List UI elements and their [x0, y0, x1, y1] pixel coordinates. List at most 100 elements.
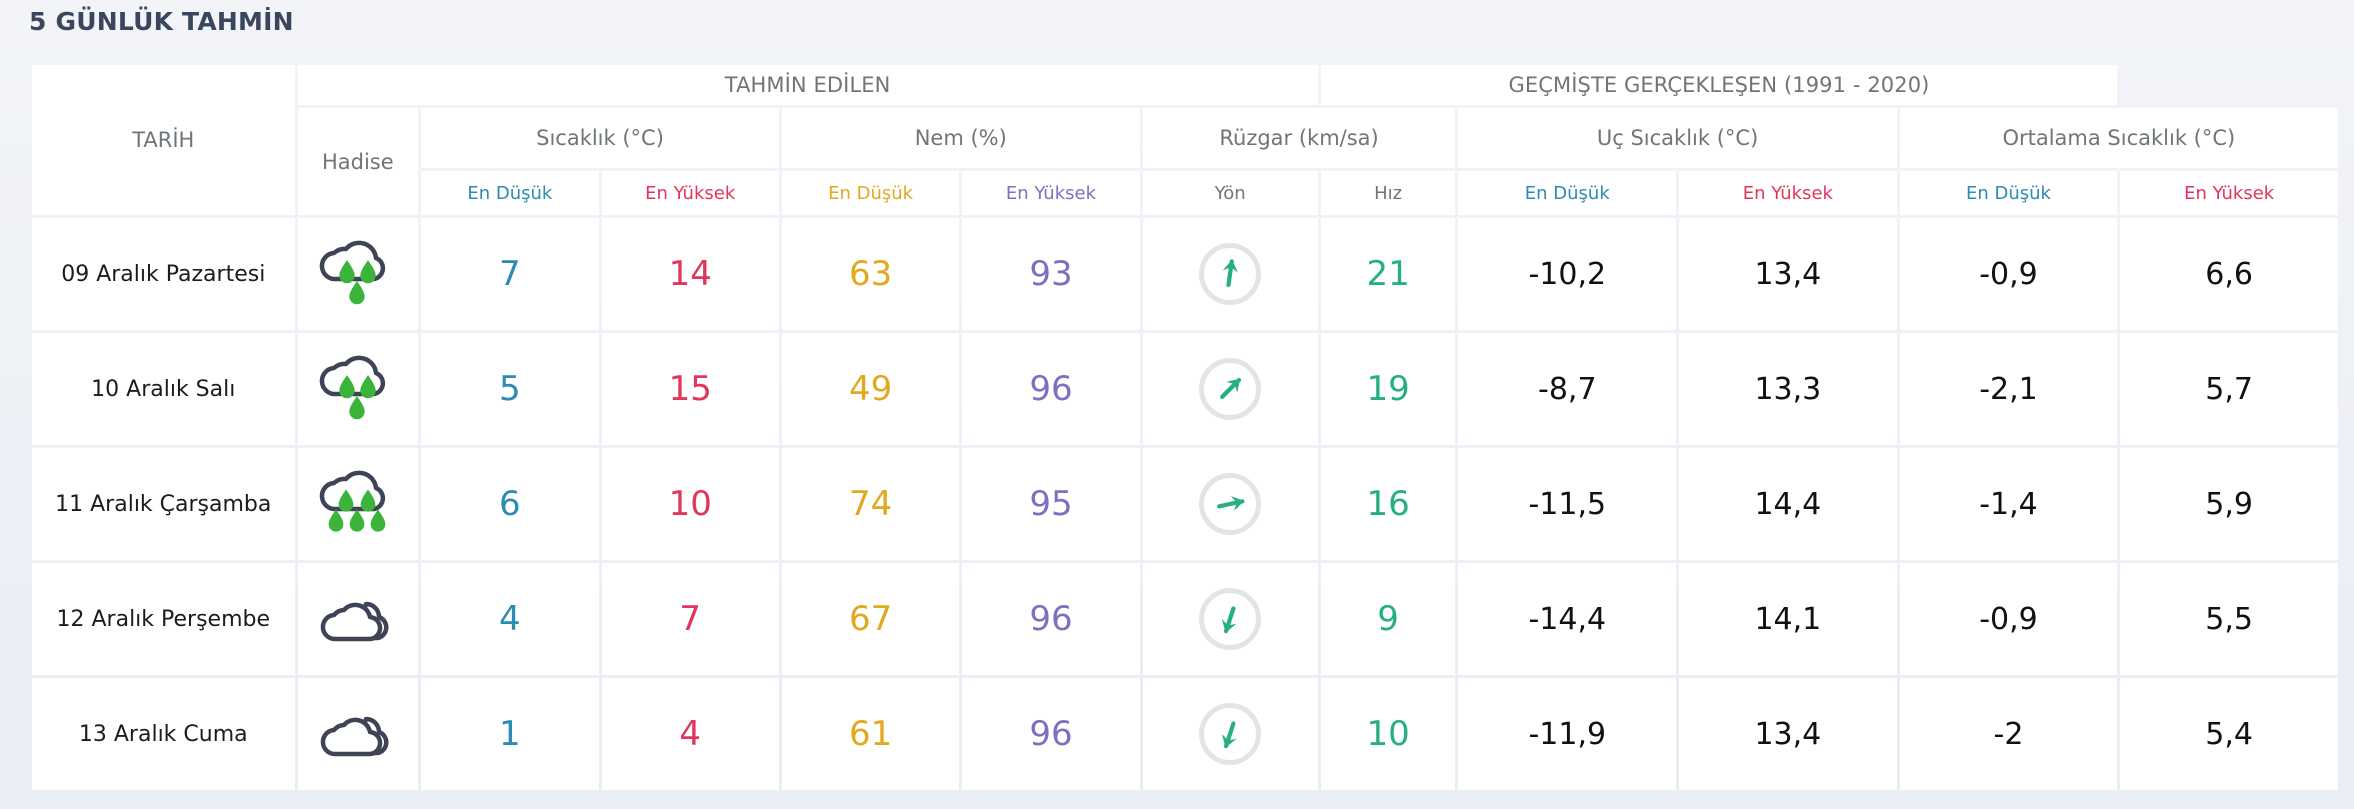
- arrow-northeast-icon: [1143, 358, 1318, 420]
- column-header-extreme-low: En Düşük: [1458, 171, 1677, 215]
- cell-extreme-high: 14,4: [1679, 448, 1897, 560]
- column-header-hadise: Hadise: [297, 108, 419, 215]
- subgroup-header-humidity: Nem (%): [781, 108, 1140, 168]
- cell-average-high: 5,4: [2120, 678, 2338, 790]
- cell-temp-high: 15: [601, 333, 779, 445]
- cell-temp-low: 6: [421, 448, 599, 560]
- rain-cloud-light-icon: [298, 354, 419, 424]
- cell-wind-speed: 16: [1320, 448, 1456, 560]
- cell-temp-low: 4: [421, 563, 599, 675]
- rain-cloud-light-icon: [298, 239, 419, 309]
- rain-cloud-heavy-icon: [298, 469, 419, 539]
- cell-hadise: [297, 563, 419, 675]
- table-header: TARİH TAHMİN EDİLEN GEÇMİŞTE GERÇEKLEŞEN…: [32, 65, 2338, 215]
- subgroup-header-wind: Rüzgar (km/sa): [1142, 108, 1456, 168]
- cell-temp-high: 10: [601, 448, 779, 560]
- cell-extreme-low: -8,7: [1458, 333, 1677, 445]
- cell-average-high: 5,9: [2120, 448, 2338, 560]
- cell-temp-low: 7: [421, 218, 599, 330]
- column-header-humidity-high: En Yüksek: [962, 171, 1140, 215]
- cell-date: 09 Aralık Pazartesi: [32, 218, 295, 330]
- cell-hadise: [297, 678, 419, 790]
- cell-hadise: [297, 333, 419, 445]
- cell-temp-low: 5: [421, 333, 599, 445]
- cell-wind-direction: [1142, 678, 1318, 790]
- arrow-north-icon: [1143, 243, 1318, 305]
- cell-humidity-high: 96: [962, 563, 1140, 675]
- cell-humidity-low: 61: [781, 678, 960, 790]
- cell-extreme-high: 13,3: [1679, 333, 1897, 445]
- cell-temp-low: 1: [421, 678, 599, 790]
- table-row: 12 Aralık Perşembe 4 7 67 96 9 -14,4 14,1 -0,9 5,…: [32, 563, 2338, 675]
- cell-wind-direction: [1142, 218, 1318, 330]
- subgroup-header-temperature: Sıcaklık (°C): [421, 108, 779, 168]
- column-header-humidity-low: En Düşük: [781, 171, 960, 215]
- column-header-average-high: En Yüksek: [2120, 171, 2338, 215]
- subgroup-header-extreme-temp: Uç Sıcaklık (°C): [1458, 108, 1897, 168]
- table-row: 11 Aralık Çarşamba 6 10 74 95 16 -11,5 14,4 -1,4…: [32, 448, 2338, 560]
- column-header-wind-speed: Hız: [1320, 171, 1456, 215]
- cell-wind-speed: 19: [1320, 333, 1456, 445]
- cell-wind-direction: [1142, 448, 1318, 560]
- table-row: 10 Aralık Salı 5 15 49 96 19 -8,7 13,3 -2,1 5,7: [32, 333, 2338, 445]
- cell-humidity-high: 96: [962, 678, 1140, 790]
- arrow-south-southwest-icon: [1143, 703, 1318, 765]
- page-title: 5 GÜNLÜK TAHMİN: [29, 7, 294, 36]
- cell-average-low: -2,1: [1899, 333, 2118, 445]
- header-row-subgroups: Hadise Sıcaklık (°C) Nem (%) Rüzgar (km/…: [32, 108, 2338, 215]
- cell-hadise: [297, 218, 419, 330]
- cell-average-low: -1,4: [1899, 448, 2118, 560]
- wind-dial: [1199, 588, 1262, 650]
- cell-average-high: 6,6: [2120, 218, 2338, 330]
- cell-humidity-low: 67: [781, 563, 960, 675]
- cell-humidity-low: 63: [781, 218, 960, 330]
- cell-temp-high: 14: [601, 218, 779, 330]
- cell-extreme-low: -10,2: [1458, 218, 1677, 330]
- cloudy-icon: [298, 703, 419, 765]
- forecast-table-container: TARİH TAHMİN EDİLEN GEÇMİŞTE GERÇEKLEŞEN…: [29, 62, 2341, 793]
- arrow-south-southwest-icon: [1143, 588, 1318, 650]
- cell-date: 13 Aralık Cuma: [32, 678, 295, 790]
- column-header-temp-high: En Yüksek: [601, 171, 779, 215]
- table-row: 09 Aralık Pazartesi 7 14 63 93 21 -10,2 13,4 -0,…: [32, 218, 2338, 330]
- wind-dial: [1199, 243, 1262, 305]
- cell-extreme-low: -11,5: [1458, 448, 1677, 560]
- cell-date: 12 Aralık Perşembe: [32, 563, 295, 675]
- cell-humidity-high: 95: [962, 448, 1140, 560]
- arrow-east-icon: [1143, 473, 1318, 535]
- cell-average-low: -0,9: [1899, 218, 2118, 330]
- cell-wind-speed: 9: [1320, 563, 1456, 675]
- cell-wind-direction: [1142, 563, 1318, 675]
- cell-extreme-high: 14,1: [1679, 563, 1897, 675]
- wind-dial: [1199, 473, 1262, 535]
- cell-extreme-high: 13,4: [1679, 218, 1897, 330]
- cell-wind-speed: 21: [1320, 218, 1456, 330]
- table-body: 09 Aralık Pazartesi 7 14 63 93 21 -10,2 13,4 -0,…: [32, 218, 2338, 790]
- cell-average-low: -0,9: [1899, 563, 2118, 675]
- cell-humidity-high: 96: [962, 333, 1140, 445]
- table-row: 13 Aralık Cuma 1 4 61 96 10 -11,9 13,4 -2 5,4: [32, 678, 2338, 790]
- subgroup-header-average-temp: Ortalama Sıcaklık (°C): [1899, 108, 2338, 168]
- cell-humidity-low: 49: [781, 333, 960, 445]
- cloudy-icon: [298, 588, 419, 650]
- cell-temp-high: 7: [601, 563, 779, 675]
- cell-extreme-high: 13,4: [1679, 678, 1897, 790]
- column-header-extreme-high: En Yüksek: [1679, 171, 1897, 215]
- cell-temp-high: 4: [601, 678, 779, 790]
- cell-average-low: -2: [1899, 678, 2118, 790]
- group-header-historical: GEÇMİŞTE GERÇEKLEŞEN (1991 - 2020): [1320, 65, 2118, 105]
- cell-extreme-low: -11,9: [1458, 678, 1677, 790]
- cell-extreme-low: -14,4: [1458, 563, 1677, 675]
- cell-wind-speed: 10: [1320, 678, 1456, 790]
- column-header-wind-direction: Yön: [1142, 171, 1318, 215]
- cell-average-high: 5,7: [2120, 333, 2338, 445]
- column-header-temp-low: En Düşük: [421, 171, 599, 215]
- cell-humidity-low: 74: [781, 448, 960, 560]
- cell-hadise: [297, 448, 419, 560]
- wind-dial: [1199, 358, 1262, 420]
- cell-date: 10 Aralık Salı: [32, 333, 295, 445]
- cell-date: 11 Aralık Çarşamba: [32, 448, 295, 560]
- forecast-page: 5 GÜNLÜK TAHMİN TARİH TAHMİN EDİLEN GEÇM…: [0, 0, 2354, 809]
- cell-humidity-high: 93: [962, 218, 1140, 330]
- cell-wind-direction: [1142, 333, 1318, 445]
